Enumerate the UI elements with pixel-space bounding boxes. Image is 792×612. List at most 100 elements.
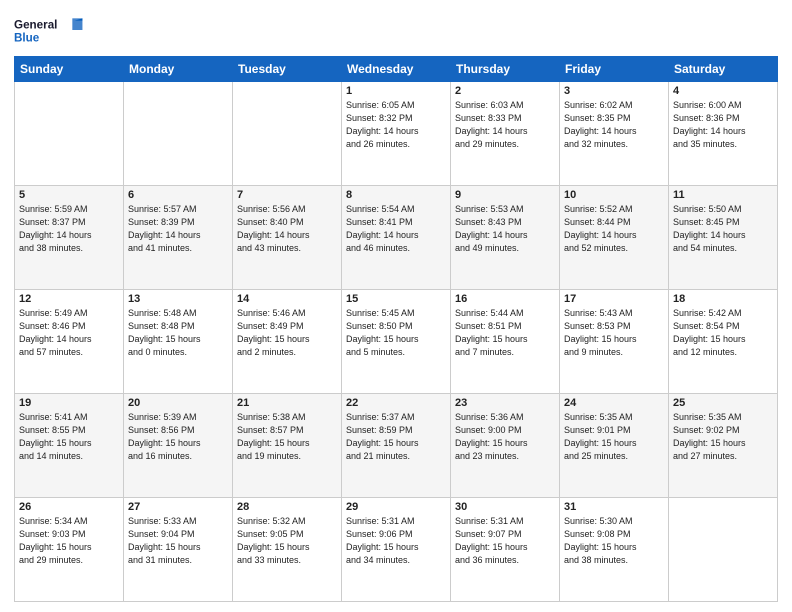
day-info: Sunrise: 5:35 AMSunset: 9:01 PMDaylight:… xyxy=(564,411,664,463)
calendar-cell: 21 Sunrise: 5:38 AMSunset: 8:57 PMDayligh… xyxy=(233,394,342,498)
day-number: 11 xyxy=(673,189,773,201)
calendar-cell xyxy=(669,498,778,602)
day-number: 24 xyxy=(564,397,664,409)
calendar-cell: 8 Sunrise: 5:54 AMSunset: 8:41 PMDaylight… xyxy=(342,186,451,290)
header: General Blue xyxy=(14,10,778,50)
day-info: Sunrise: 6:03 AMSunset: 8:33 PMDaylight:… xyxy=(455,99,555,151)
calendar-cell: 25Sunrise: 5:35 AMSunset: 9:02 PMDayligh… xyxy=(669,394,778,498)
calendar-cell: 18 Sunrise: 5:42 AMSunset: 8:54 PMDayligh… xyxy=(669,290,778,394)
day-info: Sunrise: 5:43 AMSunset: 8:53 PMDaylight:… xyxy=(564,307,664,359)
svg-text:General: General xyxy=(14,18,57,31)
day-info: Sunrise: 5:48 AMSunset: 8:48 PMDaylight:… xyxy=(128,307,228,359)
day-info: Sunrise: 5:39 AMSunset: 8:56 PMDaylight:… xyxy=(128,411,228,463)
calendar-cell: 10 Sunrise: 5:52 AMSunset: 8:44 PMDayligh… xyxy=(560,186,669,290)
calendar-cell: 5 Sunrise: 5:59 AMSunset: 8:37 PMDaylight… xyxy=(15,186,124,290)
calendar-cell: 26 Sunrise: 5:34 AMSunset: 9:03 PMDayligh… xyxy=(15,498,124,602)
day-number: 6 xyxy=(128,189,228,201)
week-row-2: 5 Sunrise: 5:59 AMSunset: 8:37 PMDaylight… xyxy=(15,186,778,290)
day-info: Sunrise: 5:30 AMSunset: 9:08 PMDaylight:… xyxy=(564,515,664,567)
day-number: 8 xyxy=(346,189,446,201)
day-info: Sunrise: 5:50 AMSunset: 8:45 PMDaylight:… xyxy=(673,203,773,255)
day-number: 14 xyxy=(237,293,337,305)
calendar-cell xyxy=(124,82,233,186)
day-info: Sunrise: 5:31 AMSunset: 9:06 PMDaylight:… xyxy=(346,515,446,567)
calendar-cell: 22 Sunrise: 5:37 AMSunset: 8:59 PMDayligh… xyxy=(342,394,451,498)
weekday-tuesday: Tuesday xyxy=(233,57,342,82)
calendar-cell: 17 Sunrise: 5:43 AMSunset: 8:53 PMDayligh… xyxy=(560,290,669,394)
logo: General Blue xyxy=(14,10,88,50)
calendar-cell: 23Sunrise: 5:36 AMSunset: 9:00 PMDayligh… xyxy=(451,394,560,498)
calendar-cell: 27 Sunrise: 5:33 AMSunset: 9:04 PMDayligh… xyxy=(124,498,233,602)
weekday-sunday: Sunday xyxy=(15,57,124,82)
week-row-3: 12 Sunrise: 5:49 AMSunset: 8:46 PMDayligh… xyxy=(15,290,778,394)
day-number: 15 xyxy=(346,293,446,305)
day-number: 27 xyxy=(128,501,228,513)
day-number: 20 xyxy=(128,397,228,409)
day-info: Sunrise: 5:44 AMSunset: 8:51 PMDaylight:… xyxy=(455,307,555,359)
day-info: Sunrise: 5:32 AMSunset: 9:05 PMDaylight:… xyxy=(237,515,337,567)
day-info: Sunrise: 6:00 AMSunset: 8:36 PMDaylight:… xyxy=(673,99,773,151)
svg-text:Blue: Blue xyxy=(14,32,40,45)
calendar-cell xyxy=(233,82,342,186)
day-number: 26 xyxy=(19,501,119,513)
week-row-5: 26 Sunrise: 5:34 AMSunset: 9:03 PMDayligh… xyxy=(15,498,778,602)
day-number: 31 xyxy=(564,501,664,513)
calendar-cell: 7 Sunrise: 5:56 AMSunset: 8:40 PMDaylight… xyxy=(233,186,342,290)
day-number: 10 xyxy=(564,189,664,201)
day-number: 5 xyxy=(19,189,119,201)
day-info: Sunrise: 5:35 AMSunset: 9:02 PMDaylight:… xyxy=(673,411,773,463)
day-info: Sunrise: 5:54 AMSunset: 8:41 PMDaylight:… xyxy=(346,203,446,255)
day-number: 22 xyxy=(346,397,446,409)
day-number: 28 xyxy=(237,501,337,513)
calendar-cell: 15Sunrise: 5:45 AMSunset: 8:50 PMDayligh… xyxy=(342,290,451,394)
day-number: 12 xyxy=(19,293,119,305)
weekday-monday: Monday xyxy=(124,57,233,82)
day-info: Sunrise: 5:57 AMSunset: 8:39 PMDaylight:… xyxy=(128,203,228,255)
calendar-cell: 31 Sunrise: 5:30 AMSunset: 9:08 PMDayligh… xyxy=(560,498,669,602)
day-number: 21 xyxy=(237,397,337,409)
day-info: Sunrise: 5:46 AMSunset: 8:49 PMDaylight:… xyxy=(237,307,337,359)
day-info: Sunrise: 6:05 AMSunset: 8:32 PMDaylight:… xyxy=(346,99,446,151)
weekday-thursday: Thursday xyxy=(451,57,560,82)
day-number: 30 xyxy=(455,501,555,513)
day-info: Sunrise: 5:56 AMSunset: 8:40 PMDaylight:… xyxy=(237,203,337,255)
weekday-friday: Friday xyxy=(560,57,669,82)
day-number: 3 xyxy=(564,85,664,97)
day-number: 18 xyxy=(673,293,773,305)
calendar-cell: 28 Sunrise: 5:32 AMSunset: 9:05 PMDayligh… xyxy=(233,498,342,602)
day-info: Sunrise: 5:41 AMSunset: 8:55 PMDaylight:… xyxy=(19,411,119,463)
calendar-cell: 16 Sunrise: 5:44 AMSunset: 8:51 PMDayligh… xyxy=(451,290,560,394)
logo-icon: General Blue xyxy=(14,10,84,50)
day-info: Sunrise: 5:38 AMSunset: 8:57 PMDaylight:… xyxy=(237,411,337,463)
calendar-cell: 20 Sunrise: 5:39 AMSunset: 8:56 PMDayligh… xyxy=(124,394,233,498)
calendar-cell: 1Sunrise: 6:05 AMSunset: 8:32 PMDaylight… xyxy=(342,82,451,186)
week-row-4: 19 Sunrise: 5:41 AMSunset: 8:55 PMDayligh… xyxy=(15,394,778,498)
day-number: 4 xyxy=(673,85,773,97)
day-info: Sunrise: 5:53 AMSunset: 8:43 PMDaylight:… xyxy=(455,203,555,255)
day-info: Sunrise: 5:34 AMSunset: 9:03 PMDaylight:… xyxy=(19,515,119,567)
weekday-header-row: SundayMondayTuesdayWednesdayThursdayFrid… xyxy=(15,57,778,82)
day-info: Sunrise: 5:37 AMSunset: 8:59 PMDaylight:… xyxy=(346,411,446,463)
day-info: Sunrise: 5:33 AMSunset: 9:04 PMDaylight:… xyxy=(128,515,228,567)
day-info: Sunrise: 5:42 AMSunset: 8:54 PMDaylight:… xyxy=(673,307,773,359)
day-number: 19 xyxy=(19,397,119,409)
page: General Blue SundayMondayTuesdayWednesda… xyxy=(0,0,792,612)
day-number: 17 xyxy=(564,293,664,305)
calendar-cell: 14 Sunrise: 5:46 AMSunset: 8:49 PMDayligh… xyxy=(233,290,342,394)
day-number: 2 xyxy=(455,85,555,97)
calendar-cell xyxy=(15,82,124,186)
day-info: Sunrise: 5:31 AMSunset: 9:07 PMDaylight:… xyxy=(455,515,555,567)
day-number: 9 xyxy=(455,189,555,201)
calendar-cell: 24 Sunrise: 5:35 AMSunset: 9:01 PMDayligh… xyxy=(560,394,669,498)
day-info: Sunrise: 5:59 AMSunset: 8:37 PMDaylight:… xyxy=(19,203,119,255)
day-number: 29 xyxy=(346,501,446,513)
calendar-cell: 11 Sunrise: 5:50 AMSunset: 8:45 PMDayligh… xyxy=(669,186,778,290)
day-number: 7 xyxy=(237,189,337,201)
calendar-cell: 2 Sunrise: 6:03 AMSunset: 8:33 PMDaylight… xyxy=(451,82,560,186)
calendar-cell: 29 Sunrise: 5:31 AMSunset: 9:06 PMDayligh… xyxy=(342,498,451,602)
calendar-cell: 19 Sunrise: 5:41 AMSunset: 8:55 PMDayligh… xyxy=(15,394,124,498)
week-row-1: 1Sunrise: 6:05 AMSunset: 8:32 PMDaylight… xyxy=(15,82,778,186)
day-number: 16 xyxy=(455,293,555,305)
day-info: Sunrise: 5:52 AMSunset: 8:44 PMDaylight:… xyxy=(564,203,664,255)
day-info: Sunrise: 5:49 AMSunset: 8:46 PMDaylight:… xyxy=(19,307,119,359)
